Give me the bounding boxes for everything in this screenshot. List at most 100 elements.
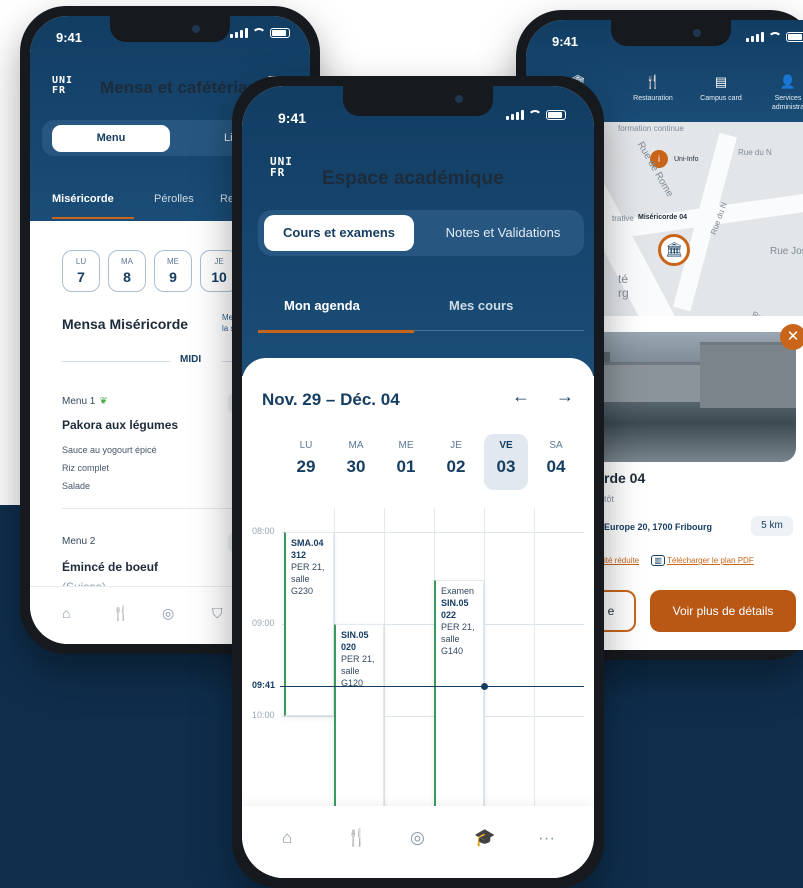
building-shape [700,342,796,408]
current-time-dot [481,683,488,690]
day-lu[interactable]: LU 7 [62,250,100,292]
map-label: trative [612,214,634,223]
cutlery-icon[interactable]: 🍴 [112,605,129,622]
divider-line [62,361,170,362]
status-time: 9:41 [278,110,307,126]
event-room: PER 21, salle G120 [341,654,375,688]
day-number: 30 [346,457,366,476]
menu1-label: Menu 1 ❦ [62,396,108,407]
home-icon[interactable]: ⌂ [282,828,292,848]
event-card[interactable]: SIN.05 020 PER 21, salle G120 [334,624,384,814]
event-title: SIN.05 022 [441,598,469,620]
current-time-label: 09:41 [252,680,276,690]
event-room: PER 21, salle G140 [441,622,475,656]
nav-label: Campus card [700,95,742,102]
day-label: JE [450,440,462,451]
more-icon[interactable]: ··· [538,828,555,848]
location-icon[interactable]: ◎ [162,605,174,622]
close-icon[interactable]: ✕ [780,324,803,350]
location-title: rde 04 [604,470,646,486]
map-label: Rue de Rome [634,140,676,199]
nav-campus-card[interactable]: ▤ Campus card [696,74,746,103]
tab-mon-agenda[interactable]: Mon agenda [284,298,360,313]
status-time: 9:41 [56,30,83,45]
leaf-icon: ❦ [99,396,108,407]
download-plan-link[interactable]: Télécharger le plan PDF [667,556,754,565]
map-label: formation continue [618,124,684,133]
notch [110,16,230,42]
day-number: 9 [169,269,177,285]
cutlery-icon[interactable]: 🍴 [346,828,367,848]
day-label: ME [167,257,179,266]
nav-services[interactable]: 👤 Services administra [758,74,803,112]
menu1-description: Sauce au yogourt épicé Riz complet Salad… [62,441,157,495]
event-room: PER 21, salle G230 [291,562,325,596]
event-card[interactable]: SMA.04 312 PER 21, salle G230 [284,532,334,716]
arrow-left-icon[interactable]: ← [512,386,530,407]
person-icon: 👤 [779,74,797,89]
day-lu[interactable]: LU 29 [284,434,328,490]
distance-badge: 5 km [751,516,793,536]
grid-column [384,508,385,808]
nav-label: Services administra [771,95,803,111]
day-number: 02 [446,457,466,476]
status-time: 9:41 [552,34,579,49]
agenda-card: Nov. 29 – Déc. 04 ← → LU 29 MA 30 ME 01 JE 0… [242,358,594,878]
map-label: rg [618,286,629,300]
mensa-name: Mensa Miséricorde [62,316,189,332]
unifr-logo: UNI FR [52,75,74,96]
day-ve-selected[interactable]: VE 03 [484,434,528,490]
location-address: Europe 20, 1700 Fribourg [604,522,713,532]
day-je[interactable]: JE 02 [434,434,478,490]
event-prefix: Examen [441,586,475,596]
tab-mes-cours[interactable]: Mes cours [449,298,513,313]
day-ma[interactable]: MA 8 [108,250,146,292]
map-icon: ▥ [651,555,665,566]
details-button[interactable]: Voir plus de détails [650,590,796,632]
tab-underline [414,330,584,331]
menu1-name: Pakora aux légumes [62,418,179,432]
day-ma[interactable]: MA 30 [334,434,378,490]
current-time-line [280,686,584,687]
day-number: 7 [77,269,85,285]
location-links: ité réduite ▥ Télécharger le plan PDF [604,555,754,566]
graduation-icon[interactable]: 🎓 [474,828,495,848]
map-label: Rue du N [738,148,772,157]
building-pin-icon[interactable]: 🏛 [658,234,690,266]
segment-notes[interactable]: Notes et Validations [428,215,578,251]
accessibility-link[interactable]: ité réduite [604,556,639,565]
home-icon[interactable]: ⌂ [62,605,70,621]
day-me[interactable]: ME 9 [154,250,192,292]
location-icon[interactable]: ◎ [410,828,425,848]
segment-courses-exams[interactable]: Cours et examens [264,215,414,251]
day-me[interactable]: ME 01 [384,434,428,490]
day-number: 03 [496,457,516,476]
day-number: 8 [123,269,131,285]
menu1-desc-line: Salade [62,481,91,491]
day-label: SA [549,440,563,451]
location-subtitle: tôt [604,494,615,504]
menu1-desc-line: Sauce au yogourt épicé [62,445,157,455]
day-label: LU [75,257,87,266]
courses-segmented-control: Cours et examens Notes et Validations [258,210,584,256]
graduation-icon[interactable]: ⛉ [212,605,223,622]
day-number: 01 [396,457,416,476]
phone-agenda: 9:41 UNI FR Espace académique Cours et e… [232,76,604,888]
grid-row [282,716,584,717]
arrow-right-icon[interactable]: → [556,386,574,407]
section-label: MIDI [180,354,202,365]
tab-perolles[interactable]: Pérolles [154,193,194,205]
status-icons [230,28,290,38]
notch [611,20,731,46]
map-label: Uni-Info [674,156,699,163]
day-sa[interactable]: SA 04 [534,434,578,490]
exam-card[interactable]: Examen SIN.05 022 PER 21, salle G140 [434,580,484,814]
wifi-icon [768,32,782,42]
nav-restauration[interactable]: 🍴 Restauration [618,74,688,103]
signal-icon [506,110,524,120]
day-number: 04 [546,457,566,476]
tab-misericorde[interactable]: Miséricorde [52,193,114,205]
segment-menu[interactable]: Menu [52,125,170,152]
wifi-icon [252,28,266,38]
battery-icon [270,28,290,38]
